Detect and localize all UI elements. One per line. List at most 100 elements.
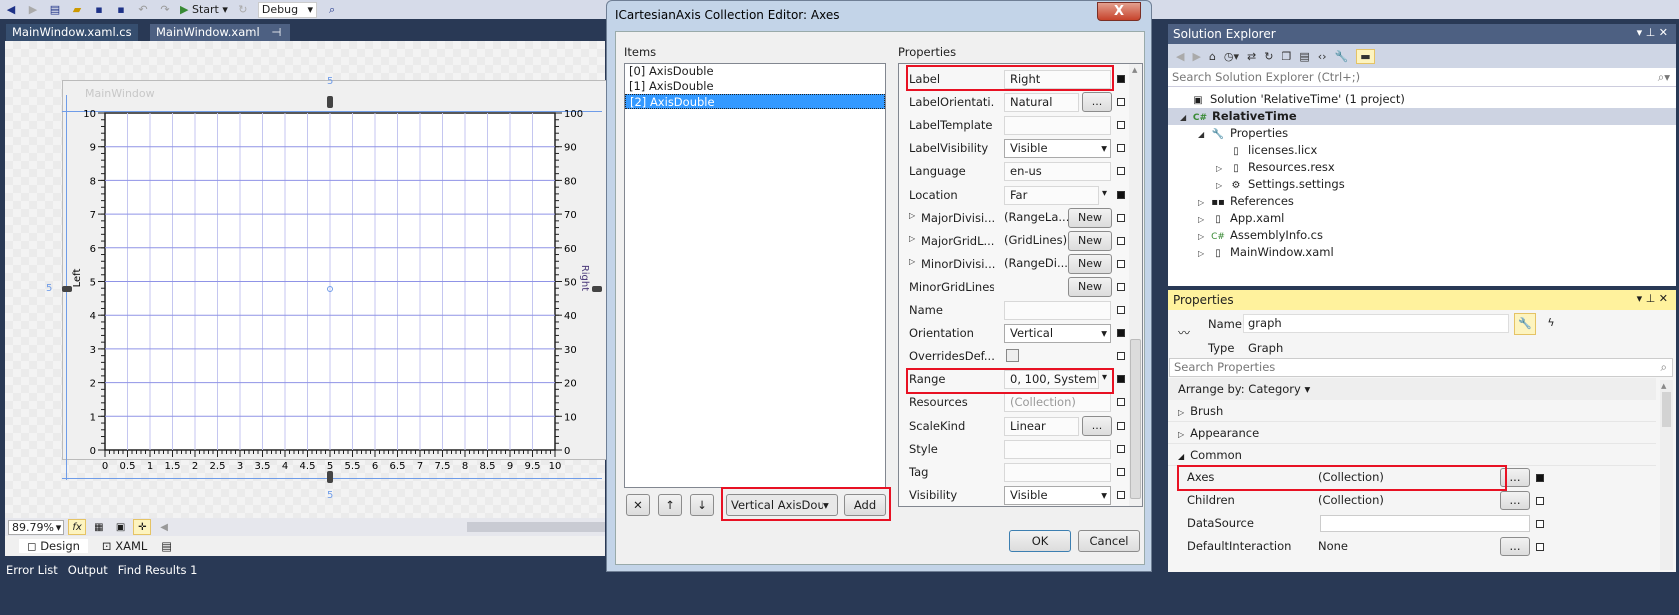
view-code-icon[interactable]: ‹› [1318, 50, 1327, 63]
collapse-all-icon[interactable]: ❐ [1281, 50, 1291, 63]
new-button[interactable]: New [1068, 207, 1112, 228]
property-marker[interactable] [1117, 467, 1125, 476]
property-marker[interactable] [1117, 490, 1125, 499]
property-marker[interactable] [1536, 474, 1544, 482]
property-value-select[interactable]: Visible [1004, 139, 1111, 159]
document-outline-icon[interactable]: ▤ [161, 539, 172, 553]
axis-type-select[interactable]: Vertical AxisDouble▾ [726, 494, 838, 516]
expand-toggle-icon[interactable]: ▷ [1198, 245, 1210, 262]
history-icon[interactable]: ◷▾ [1224, 50, 1239, 63]
property-marker[interactable] [1117, 306, 1125, 314]
dropdown-icon[interactable]: ▾ [1637, 26, 1643, 39]
new-project-icon[interactable]: ▤ [48, 3, 62, 17]
property-marker[interactable] [1117, 444, 1125, 453]
ellipsis-button[interactable]: ... [1500, 491, 1530, 510]
zoom-select[interactable]: 89.79% ▾ [8, 519, 65, 535]
property-marker[interactable] [1117, 121, 1125, 130]
expand-toggle-icon[interactable]: ◢ [1180, 109, 1192, 126]
property-marker[interactable] [1117, 98, 1125, 107]
forward-icon[interactable]: ▶ [1192, 50, 1200, 63]
property-value-select[interactable]: Vertical [1004, 324, 1111, 344]
find-icon[interactable]: ⌕ [325, 3, 339, 17]
property-value-input[interactable] [1320, 515, 1530, 532]
save-all-icon[interactable]: ▪ [114, 3, 128, 17]
sync-icon[interactable]: ⇄ [1247, 50, 1256, 63]
tab-mainwindow-xaml-cs[interactable]: MainWindow.xaml.cs [6, 24, 138, 41]
start-button[interactable]: ▶ Start ▾ [180, 3, 228, 16]
new-button[interactable]: New [1068, 253, 1112, 274]
properties-view-icon[interactable]: 🔧 [1514, 313, 1536, 335]
property-checkbox[interactable] [1006, 349, 1019, 363]
remove-item-button[interactable]: ✕ [626, 494, 650, 516]
tree-item[interactable]: ▯ licenses.licx [1168, 142, 1676, 159]
snap-grid-icon[interactable]: ▣ [112, 519, 130, 535]
property-marker[interactable] [1117, 236, 1125, 245]
undo-icon[interactable]: ↶ [136, 3, 150, 17]
property-value-input[interactable]: en-us [1004, 162, 1111, 182]
scroll-thumb[interactable] [1130, 339, 1141, 499]
property-marker[interactable] [1117, 352, 1125, 361]
property-value-input[interactable] [1004, 439, 1111, 459]
refresh-icon[interactable]: ↻ [1264, 50, 1273, 63]
scroll-left-icon[interactable]: ◀ [155, 519, 173, 535]
back-icon[interactable]: ◀ [1176, 50, 1184, 63]
close-icon[interactable]: ✕ [1659, 26, 1668, 39]
save-icon[interactable]: ▪ [92, 3, 106, 17]
property-value-input[interactable] [1004, 301, 1111, 320]
back-icon[interactable]: ◀ [4, 3, 18, 17]
output-tab[interactable]: Output [68, 563, 108, 577]
chevron-down-icon[interactable]: ▾ [1102, 188, 1107, 199]
forward-icon[interactable]: ▶ [26, 3, 40, 17]
configuration-select[interactable]: Debug [257, 1, 318, 18]
tree-item[interactable]: ▷ ▯ Resources.resx [1168, 159, 1676, 176]
property-marker[interactable] [1117, 190, 1125, 199]
solution-search-input[interactable]: Search Solution Explorer (Ctrl+;) ⌕▾ [1168, 68, 1676, 87]
horizontal-scrollbar[interactable] [466, 522, 605, 532]
properties-icon[interactable]: 🔧 [1335, 50, 1349, 63]
refresh-icon[interactable]: ↻ [236, 3, 250, 17]
tree-item[interactable]: ◢ C# RelativeTime [1168, 108, 1676, 125]
property-marker[interactable] [1117, 144, 1125, 153]
property-value-select[interactable]: Visible [1004, 485, 1111, 505]
property-marker[interactable] [1117, 421, 1125, 430]
property-category[interactable]: ◢ Common [1168, 444, 1656, 466]
ellipsis-button[interactable]: ... [1082, 92, 1112, 113]
dropdown-icon[interactable]: ▾ [1637, 292, 1643, 305]
ellipsis-button[interactable]: ... [1082, 415, 1112, 436]
expand-toggle-icon[interactable]: ◢ [1198, 126, 1210, 143]
property-marker[interactable] [1536, 520, 1544, 528]
property-grid-scrollbar[interactable]: ▲ [1129, 64, 1142, 506]
property-marker[interactable] [1117, 259, 1125, 268]
property-marker[interactable] [1536, 497, 1544, 505]
expand-toggle-icon[interactable]: ▷ [1198, 194, 1210, 211]
axis-list-item[interactable]: [2] AxisDouble [625, 94, 885, 109]
close-icon[interactable]: ✕ [1659, 292, 1668, 305]
graph-chart[interactable]: 0 0.5 1 1.5 2 2.5 3 3.5 4 4.5 5 5.5 6 6.5 7 7.5 8 8.5 9 9.5… [62, 100, 607, 480]
pin-icon[interactable]: ⊥ [1646, 26, 1656, 39]
expand-icon[interactable]: ▷ [909, 234, 915, 243]
property-marker[interactable] [1117, 329, 1125, 338]
error-list-tab[interactable]: Error List [6, 563, 58, 577]
pin-icon[interactable]: ⊣ [271, 25, 281, 39]
expand-toggle-icon[interactable]: ▷ [1198, 228, 1210, 245]
items-list[interactable]: [0] AxisDouble [1] AxisDouble [2] AxisDoub… [624, 63, 886, 488]
preview-icon[interactable]: ▬ [1356, 48, 1375, 64]
tree-item[interactable]: ▷ ▪▪ References [1168, 193, 1676, 210]
grid-icon[interactable]: ▦ [90, 519, 108, 535]
ok-button[interactable]: OK [1009, 530, 1071, 552]
tree-item[interactable]: ▷ C# AssemblyInfo.cs [1168, 227, 1676, 244]
open-icon[interactable]: ▰ [70, 3, 84, 17]
property-marker[interactable] [1117, 375, 1125, 384]
tree-item[interactable]: ▷ ⚙ Settings.settings [1168, 176, 1676, 193]
xaml-tab[interactable]: ⊡ XAML [102, 539, 147, 553]
dialog-close-button[interactable]: X [1097, 2, 1141, 21]
fx-icon[interactable]: fx [68, 519, 87, 535]
tab-mainwindow-xaml[interactable]: MainWindow.xaml ⊣ ✕ [150, 24, 290, 56]
tree-item[interactable]: ▣ Solution 'RelativeTime' (1 project) [1168, 91, 1676, 108]
tree-item[interactable]: ◢ 🔧 Properties [1168, 125, 1676, 142]
property-category[interactable]: ▷ Appearance [1168, 422, 1656, 444]
move-down-button[interactable]: ↓ [690, 494, 714, 516]
find-results-tab[interactable]: Find Results 1 [118, 563, 198, 577]
redo-icon[interactable]: ↷ [158, 3, 172, 17]
property-marker[interactable] [1536, 543, 1544, 551]
